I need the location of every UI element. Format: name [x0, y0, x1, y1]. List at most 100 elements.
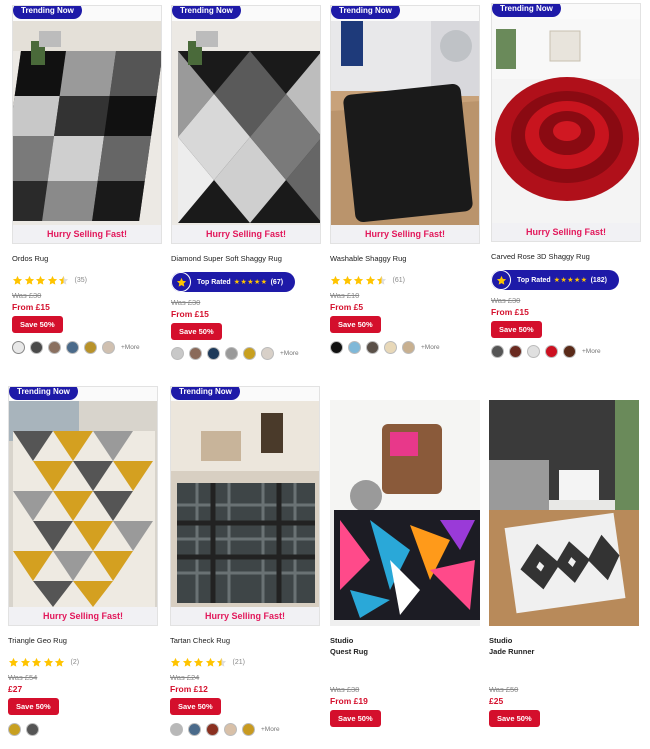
color-swatch[interactable] [170, 722, 183, 736]
star-icon [365, 275, 375, 285]
product-image-frame[interactable]: Trending Now Hurry Selling Fast! [491, 3, 641, 242]
product-title[interactable]: Washable Shaggy Rug [330, 253, 480, 264]
color-swatch[interactable] [509, 345, 522, 358]
save-badge: Save 50% [12, 316, 63, 333]
current-price: £27 [8, 684, 23, 694]
star-icon [330, 275, 341, 285]
color-swatch[interactable] [545, 345, 558, 358]
save-badge: Save 50% [170, 698, 221, 715]
hurry-selling-banner: Hurry Selling Fast! [492, 223, 640, 241]
product-image[interactable] [489, 400, 639, 626]
product-image[interactable] [171, 401, 319, 623]
color-swatch[interactable] [207, 347, 220, 360]
product-title[interactable]: Triangle Geo Rug [8, 635, 158, 646]
color-swatch[interactable] [206, 722, 219, 736]
save-badge: Save 50% [330, 710, 381, 727]
star-rating[interactable]: (35) [12, 274, 162, 286]
star-rating[interactable]: (61) [330, 274, 480, 286]
product-image-frame[interactable] [330, 400, 480, 626]
more-colors-link[interactable]: +More [582, 348, 601, 355]
product-image-frame[interactable] [489, 400, 639, 626]
was-price: Was £30 [491, 295, 521, 305]
product-image[interactable] [13, 21, 161, 242]
star-icon [182, 657, 192, 667]
color-swatch[interactable] [66, 340, 79, 354]
trending-badge: Trending Now [9, 387, 78, 400]
star-rating[interactable]: (21) [170, 656, 320, 668]
color-swatch[interactable] [189, 347, 202, 360]
trending-badge: Trending Now [13, 6, 82, 19]
product-image-frame[interactable]: Trending Now Hurry Selling Fast! [8, 386, 158, 626]
product-image[interactable] [331, 21, 479, 242]
product-title[interactable]: Diamond Super Soft Shaggy Rug [171, 253, 321, 264]
save-badge: Save 50% [330, 316, 381, 333]
product-image-frame[interactable]: Trending Now Hurry Selling Fast! [171, 5, 321, 244]
color-swatch[interactable] [225, 347, 238, 360]
color-swatch[interactable] [26, 722, 39, 736]
hurry-selling-banner: Hurry Selling Fast! [13, 225, 161, 243]
color-swatch[interactable] [48, 340, 61, 354]
product-image-frame[interactable]: Trending Now Hurry Selling Fast! [12, 5, 162, 244]
review-count: (21) [232, 658, 245, 666]
product-card[interactable]: Trending Now Hurry Selling Fast! Carved … [491, 3, 641, 359]
product-image-frame[interactable]: Trending Now Hurry Selling Fast! [170, 386, 320, 626]
color-swatch[interactable] [30, 340, 43, 354]
product-brand: Studio [330, 636, 354, 645]
top-rated-badge: Top Rated ★★★★★ (182) [491, 270, 619, 290]
more-colors-link[interactable]: +More [261, 726, 280, 733]
color-swatch[interactable] [563, 345, 576, 358]
color-swatches: +More [330, 340, 480, 354]
color-swatch[interactable] [330, 340, 343, 354]
more-colors-link[interactable]: +More [121, 344, 140, 351]
product-image[interactable] [492, 19, 640, 240]
product-image[interactable] [330, 400, 480, 626]
star-badge-icon [491, 270, 511, 290]
top-rated-label: Top Rated [517, 276, 551, 284]
color-swatch[interactable] [171, 347, 184, 360]
product-title[interactable]: Tartan Check Rug [170, 635, 320, 646]
color-swatch[interactable] [527, 345, 540, 358]
save-badge: Save 50% [489, 710, 540, 727]
star-icon [8, 657, 19, 667]
product-card[interactable]: Studio Quest Rug Was £38 From £19 Save 5… [330, 400, 480, 727]
color-swatch[interactable] [243, 347, 256, 360]
color-swatch[interactable] [491, 345, 504, 358]
color-swatch[interactable] [384, 340, 397, 354]
star-icon [54, 657, 65, 667]
star-icon [35, 275, 46, 285]
more-colors-link[interactable]: +More [421, 344, 440, 351]
color-swatch[interactable] [224, 722, 237, 736]
save-badge: Save 50% [171, 322, 222, 340]
current-price: From £12 [170, 684, 208, 694]
color-swatch[interactable] [84, 340, 97, 354]
current-price: £25 [489, 696, 504, 706]
hurry-selling-banner: Hurry Selling Fast! [171, 607, 319, 625]
color-swatch[interactable] [366, 340, 379, 354]
product-card[interactable]: Trending Now Hurry Selling Fast! Washabl… [330, 5, 480, 354]
product-card[interactable]: Trending Now Hurry Selling Fast! Diamond… [171, 5, 321, 361]
product-card[interactable]: Studio Jade Runner Was £50 £25 Save 50% [489, 400, 639, 727]
color-swatch[interactable] [261, 347, 274, 360]
product-image[interactable] [9, 401, 157, 623]
star-rating[interactable]: (2) [8, 656, 158, 668]
color-swatch[interactable] [188, 722, 201, 736]
product-image-frame[interactable]: Trending Now Hurry Selling Fast! [330, 5, 480, 244]
color-swatches: +More [491, 345, 641, 359]
star-icon [205, 657, 215, 667]
color-swatch[interactable] [102, 340, 115, 354]
product-title[interactable]: Jade Runner [489, 646, 639, 657]
product-image[interactable] [172, 21, 320, 242]
color-swatch[interactable] [348, 340, 361, 354]
product-title[interactable]: Quest Rug [330, 646, 480, 657]
color-swatch[interactable] [8, 722, 21, 736]
product-title[interactable]: Ordos Rug [12, 253, 162, 264]
color-swatch[interactable] [12, 340, 25, 354]
color-swatch[interactable] [242, 722, 255, 736]
star-icon [170, 657, 181, 667]
product-card[interactable]: Trending Now Hurry Selling Fast! Tartan … [170, 386, 320, 736]
product-card[interactable]: Trending Now Hurry Selling Fast! Triangl… [8, 386, 158, 736]
product-card[interactable]: Trending Now Hurry Selling Fast! Ordos R… [12, 5, 162, 354]
color-swatch[interactable] [402, 340, 415, 354]
product-title[interactable]: Carved Rose 3D Shaggy Rug [491, 251, 641, 262]
more-colors-link[interactable]: +More [280, 350, 299, 357]
